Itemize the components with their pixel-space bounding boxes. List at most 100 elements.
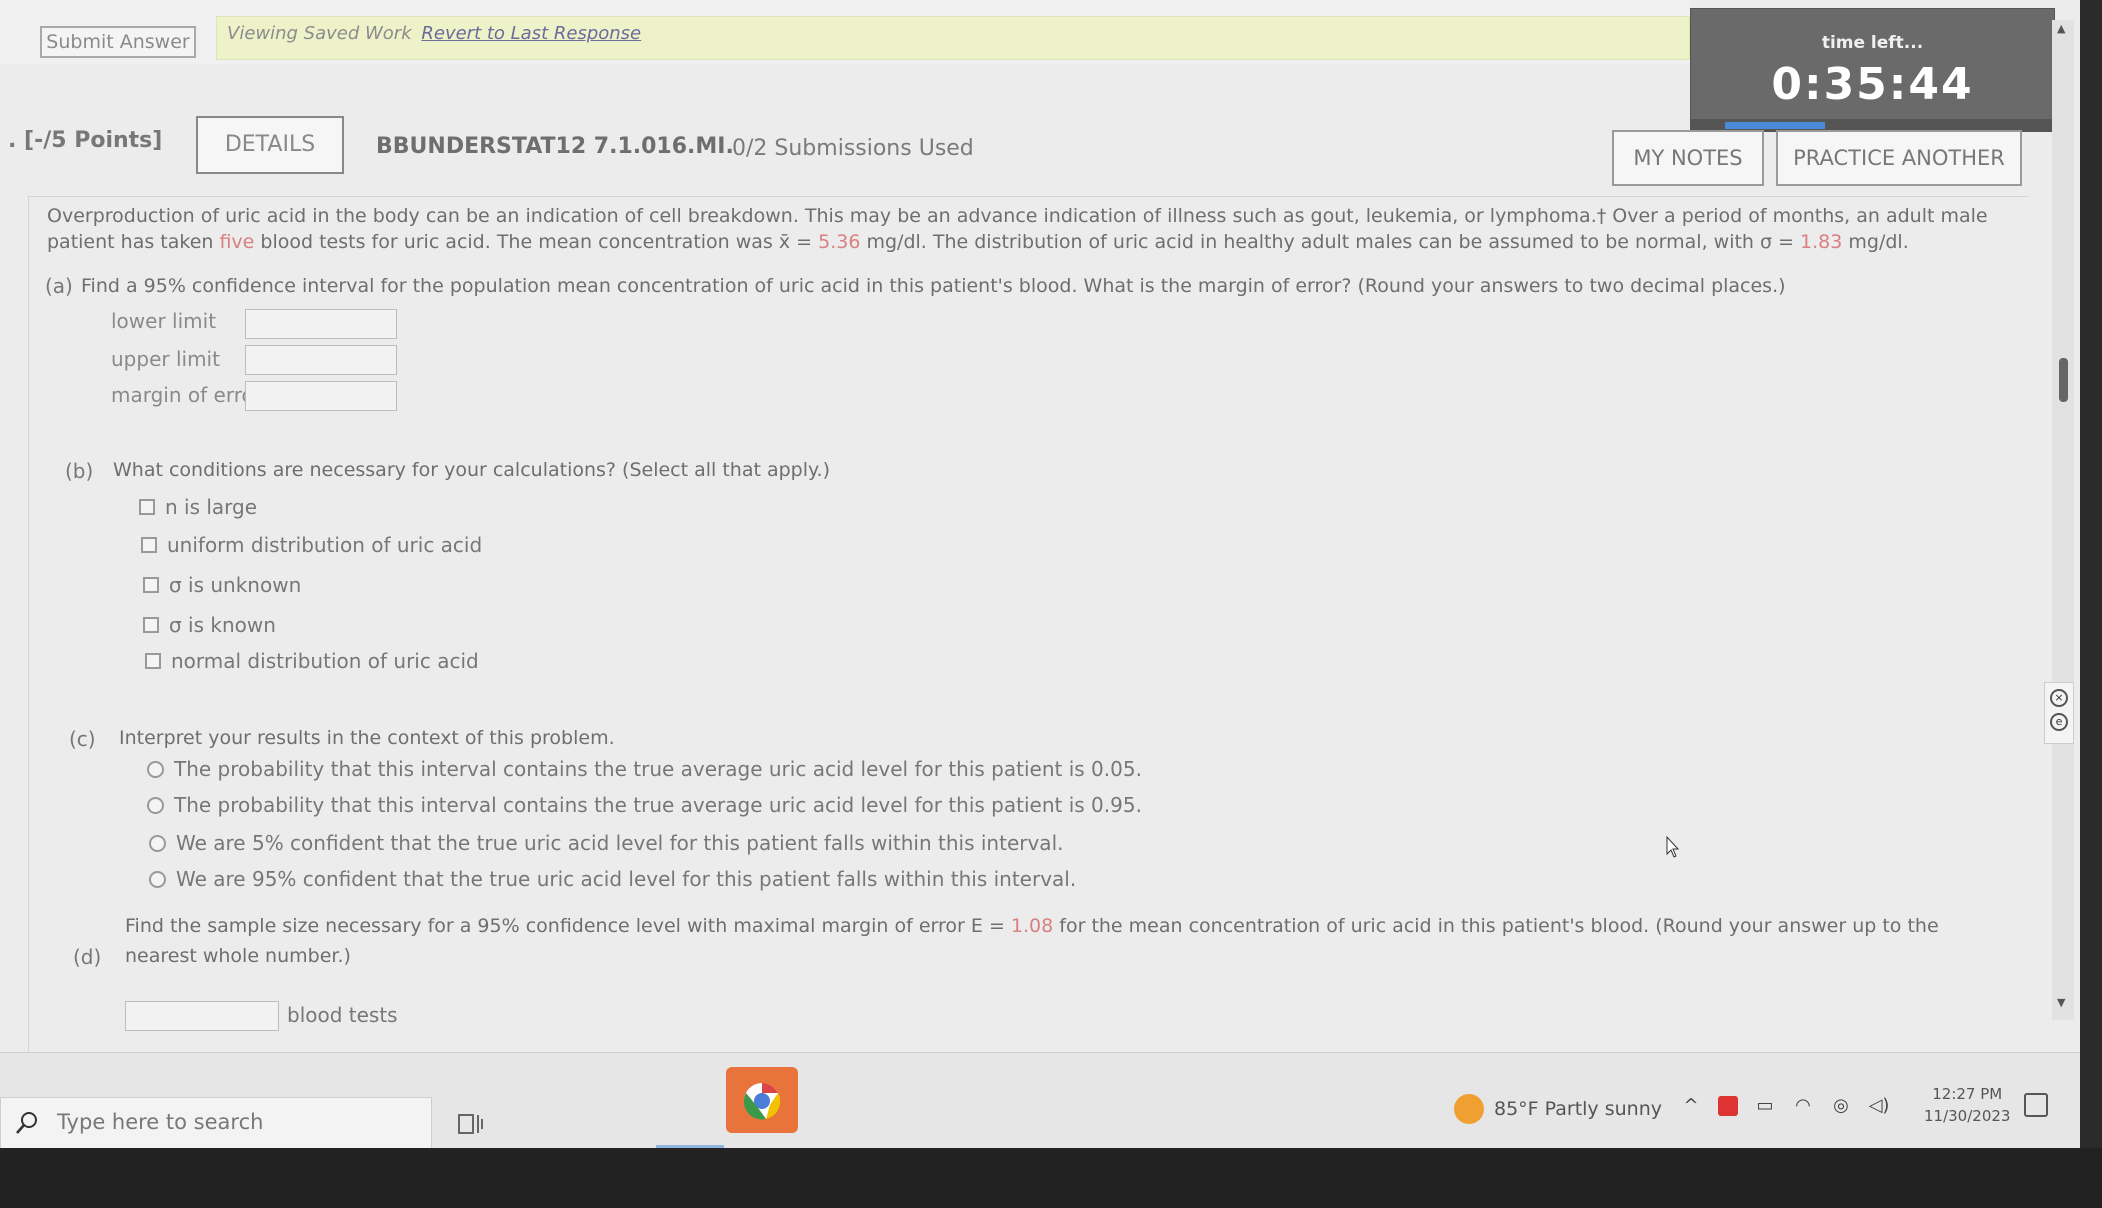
- question-id: BBUNDERSTAT12 7.1.016.MI.: [376, 134, 734, 159]
- meet-icon[interactable]: ▭: [1754, 1095, 1776, 1117]
- option-label: We are 95% confident that the true uric …: [176, 867, 1077, 891]
- monitor-bezel: [0, 1148, 2102, 1208]
- part-d-text: Find the sample size necessary for a 95%…: [125, 911, 2015, 971]
- part-b-text: What conditions are necessary for your c…: [113, 459, 830, 481]
- wifi-icon[interactable]: ◠: [1792, 1095, 1814, 1117]
- points-label: . [-/5 Points]: [8, 128, 163, 153]
- task-view-icon[interactable]: [456, 1109, 486, 1139]
- browser-screen: Submit Answer Viewing Saved Work Revert …: [0, 0, 2080, 1076]
- timer-value: 0:35:44: [1771, 59, 1974, 110]
- radio-button[interactable]: [149, 834, 166, 852]
- option-label: n is large: [165, 495, 258, 519]
- option-n-large[interactable]: n is large: [139, 495, 257, 519]
- intro-text: blood tests for uric acid. The mean conc…: [254, 231, 779, 253]
- taskbar-search-box[interactable]: Type here to search: [0, 1097, 432, 1149]
- part-b-label: (b): [65, 459, 94, 483]
- search-icon: [16, 1112, 37, 1134]
- lower-limit-input[interactable]: [245, 309, 397, 339]
- part-c-label: (c): [69, 727, 96, 751]
- taskbar-app-slot[interactable]: [656, 1107, 724, 1149]
- submissions-used: 0/2 Submissions Used: [732, 136, 974, 161]
- details-button[interactable]: DETAILS: [196, 116, 344, 174]
- part-a-text: Find a 95% confidence interval for the p…: [81, 275, 1786, 297]
- system-tray: ^ ▭ ◠ ◎ ◁): [1680, 1095, 1890, 1117]
- upper-limit-input[interactable]: [245, 345, 397, 375]
- blood-tests-unit: blood tests: [287, 1003, 398, 1027]
- clock-date: 11/30/2023: [1924, 1107, 2011, 1125]
- option-normal-distribution[interactable]: normal distribution of uric acid: [145, 649, 479, 673]
- scrollbar[interactable]: ▲ ▼: [2052, 20, 2074, 1020]
- info-circle-icon[interactable]: e: [2050, 713, 2068, 731]
- option-sigma-unknown[interactable]: σ is unknown: [143, 573, 301, 597]
- problem-intro: Overproduction of uric acid in the body …: [47, 203, 2022, 255]
- option-label: The probability that this interval conta…: [174, 793, 1142, 817]
- chevron-up-icon[interactable]: ^: [1680, 1095, 1702, 1117]
- close-circle-icon[interactable]: ×: [2050, 689, 2068, 707]
- windows-taskbar: Type here to search 85°F Partly sunny ^ …: [0, 1052, 2080, 1149]
- mouse-cursor-icon: [1666, 836, 1680, 858]
- chrome-icon[interactable]: [726, 1067, 798, 1133]
- intro-xbar: x̄ =: [778, 231, 819, 253]
- network-icon[interactable]: ◎: [1830, 1095, 1852, 1117]
- interpretation-option-1[interactable]: The probability that this interval conta…: [147, 757, 1142, 781]
- lower-limit-label: lower limit: [111, 309, 217, 333]
- part-d-e-value: 1.08: [1010, 915, 1054, 937]
- intro-text: mg/dl.: [1842, 231, 1909, 253]
- checkbox[interactable]: [145, 653, 161, 669]
- top-bar: Submit Answer Viewing Saved Work Revert …: [0, 0, 1690, 64]
- saved-work-banner: Viewing Saved Work Revert to Last Respon…: [216, 16, 1690, 60]
- part-d-text-1: Find the sample size necessary for a 95%…: [125, 915, 1011, 937]
- volume-icon[interactable]: ◁): [1868, 1095, 1890, 1117]
- option-label: σ is known: [169, 613, 276, 637]
- revert-link[interactable]: Revert to Last Response: [421, 23, 641, 44]
- radio-button[interactable]: [147, 760, 164, 778]
- search-placeholder: Type here to search: [57, 1110, 264, 1134]
- intro-sigma-value: 1.83: [1800, 231, 1843, 253]
- upper-limit-label: upper limit: [111, 347, 220, 371]
- side-tool-icons: × e: [2044, 682, 2074, 744]
- notification-icon[interactable]: [2024, 1093, 2048, 1117]
- option-uniform-distribution[interactable]: uniform distribution of uric acid: [141, 533, 482, 557]
- part-a-label: (a): [45, 274, 73, 298]
- checkbox[interactable]: [143, 577, 159, 593]
- practice-another-button[interactable]: PRACTICE ANOTHER: [1776, 130, 2022, 186]
- radio-button[interactable]: [147, 796, 164, 814]
- timer-panel: time left... 0:35:44: [1690, 8, 2055, 132]
- checkbox[interactable]: [141, 537, 157, 553]
- intro-mean-value: 5.36: [818, 231, 861, 253]
- question-header: . [-/5 Points] DETAILS BBUNDERSTAT12 7.1…: [0, 116, 2060, 186]
- intro-sample-count: five: [219, 231, 255, 253]
- scroll-thumb[interactable]: [2059, 358, 2068, 402]
- pdf-app-icon[interactable]: [1718, 1096, 1738, 1116]
- timer-label: time left...: [1821, 33, 1924, 53]
- sample-size-input[interactable]: [125, 1001, 279, 1031]
- option-label: The probability that this interval conta…: [174, 757, 1142, 781]
- option-sigma-known[interactable]: σ is known: [143, 613, 276, 637]
- option-label: σ is unknown: [169, 573, 302, 597]
- submit-answer-button[interactable]: Submit Answer: [40, 26, 196, 58]
- part-c-text: Interpret your results in the context of…: [119, 727, 615, 749]
- scroll-up-arrow-icon[interactable]: ▲: [2057, 22, 2065, 35]
- option-label: We are 5% confident that the true uric a…: [176, 831, 1064, 855]
- scroll-down-arrow-icon[interactable]: ▼: [2057, 996, 2065, 1009]
- weather-icon: [1454, 1094, 1484, 1124]
- interpretation-option-4[interactable]: We are 95% confident that the true uric …: [149, 867, 1076, 891]
- interpretation-option-3[interactable]: We are 5% confident that the true uric a…: [149, 831, 1063, 855]
- question-content: Overproduction of uric acid in the body …: [28, 196, 2028, 1076]
- margin-of-error-label: margin of error: [111, 383, 262, 407]
- margin-of-error-input[interactable]: [245, 381, 397, 411]
- clock-time: 12:27 PM: [1932, 1085, 2003, 1103]
- banner-text: Viewing Saved Work: [227, 23, 412, 44]
- radio-button[interactable]: [149, 870, 166, 888]
- interpretation-option-2[interactable]: The probability that this interval conta…: [147, 793, 1142, 817]
- checkbox[interactable]: [139, 499, 155, 515]
- part-d-label: (d): [73, 945, 102, 969]
- option-label: normal distribution of uric acid: [171, 649, 479, 673]
- weather-text: 85°F Partly sunny: [1494, 1098, 1662, 1120]
- weather-widget[interactable]: 85°F Partly sunny: [1454, 1093, 1662, 1125]
- option-label: uniform distribution of uric acid: [167, 533, 483, 557]
- intro-text: mg/dl. The distribution of uric acid in …: [860, 231, 1801, 253]
- system-clock[interactable]: 12:27 PM 11/30/2023: [1924, 1083, 2010, 1127]
- checkbox[interactable]: [143, 617, 159, 633]
- my-notes-button[interactable]: MY NOTES: [1612, 130, 1764, 186]
